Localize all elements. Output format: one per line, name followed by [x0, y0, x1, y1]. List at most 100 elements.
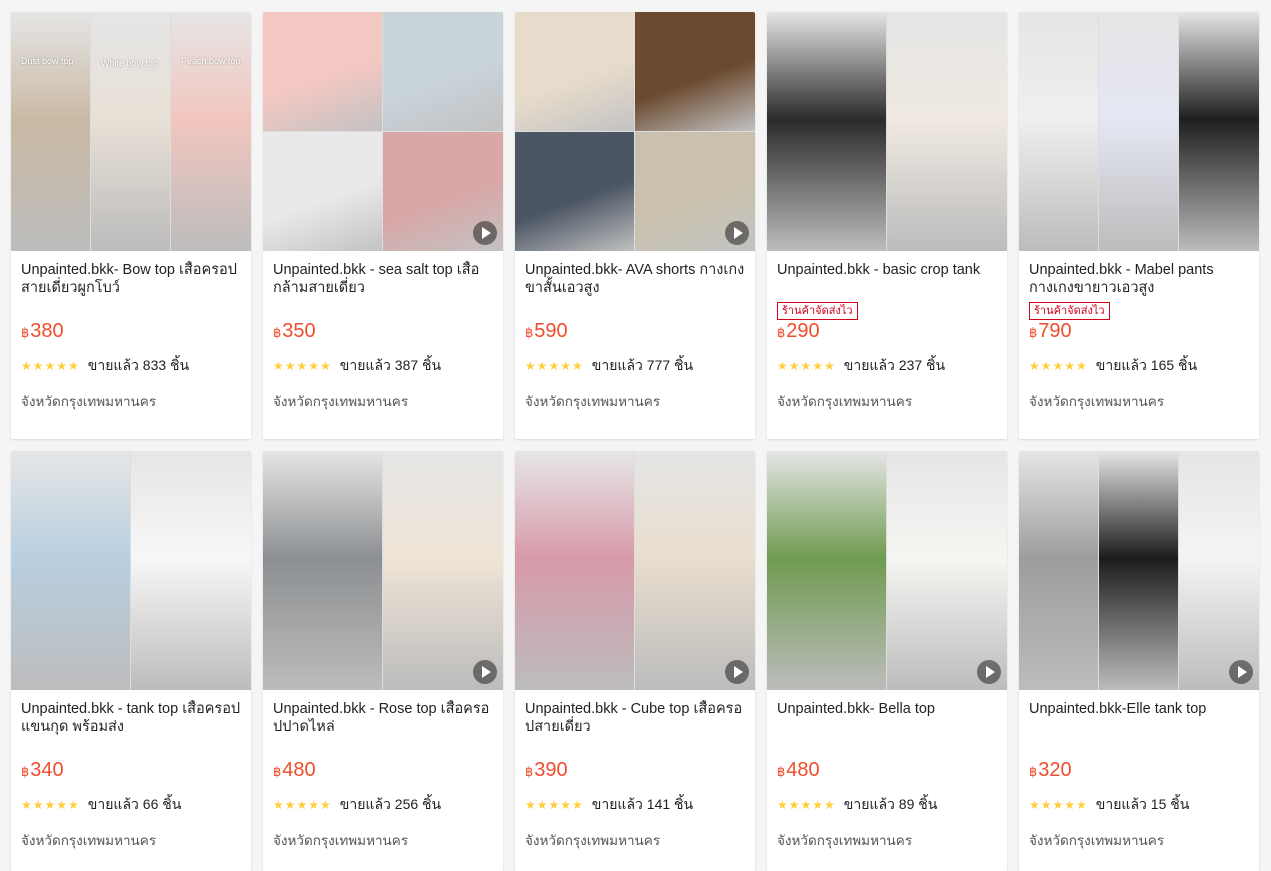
seller-location: จังหวัดกรุงเทพมหานคร — [525, 394, 661, 409]
product-info: Unpainted.bkk - tank top เสื้อครอปแขนกุด… — [11, 690, 251, 851]
rating-sold-row: ★★★★★ ขายแล้ว 141 ชิ้น — [525, 796, 745, 814]
product-card[interactable]: Unpainted.bkk - Cube top เสื้อครอปสายเดี… — [515, 451, 755, 871]
currency-symbol: ฿ — [525, 764, 534, 779]
product-card[interactable]: Unpainted.bkk-Elle tank top ฿320 ★★★★★ ขายแ… — [1019, 451, 1259, 871]
rating-sold-row: ★★★★★ ขายแล้ว 165 ชิ้น — [1029, 357, 1249, 375]
price-value: 320 — [1038, 759, 1072, 781]
rating-stars-icon: ★★★★★ — [777, 359, 836, 373]
product-title[interactable]: Unpainted.bkk - Mabel pants กางเกงขายาวเ… — [1029, 261, 1249, 297]
image-panel — [1179, 451, 1259, 690]
price-value: 350 — [282, 320, 316, 342]
sold-count: ขายแล้ว 66 ชิ้น — [87, 796, 182, 812]
product-card[interactable]: Unpainted.bkk - tank top เสื้อครอปแขนกุด… — [11, 451, 251, 871]
image-panel — [1019, 12, 1098, 251]
seller-location: จังหวัดกรุงเทพมหานคร — [1029, 394, 1165, 409]
image-overlay-text: White bow top — [101, 58, 159, 68]
product-image[interactable]: Dust bow top White bow top Peach bow top — [11, 12, 251, 251]
image-panel — [767, 451, 886, 690]
rating-stars-icon: ★★★★★ — [21, 798, 80, 812]
image-overlay-text: Dust bow top — [21, 56, 74, 66]
image-panel — [131, 451, 251, 690]
play-video-icon[interactable] — [725, 221, 749, 245]
rating-stars-icon: ★★★★★ — [273, 798, 332, 812]
currency-symbol: ฿ — [777, 764, 786, 779]
sold-count: ขายแล้ว 15 ชิ้น — [1095, 796, 1190, 812]
product-image[interactable] — [1019, 12, 1259, 251]
product-card[interactable]: Unpainted.bkk - basic crop tank ร้านค้าจั… — [767, 12, 1007, 439]
sold-count: ขายแล้ว 387 ชิ้น — [339, 357, 442, 373]
product-title[interactable]: Unpainted.bkk - Rose top เสื้อครอปปาดไหล… — [273, 700, 493, 736]
product-image[interactable] — [11, 451, 251, 690]
seller-location: จังหวัดกรุงเทพมหานคร — [777, 833, 913, 848]
rating-sold-row: ★★★★★ ขายแล้ว 387 ชิ้น — [273, 357, 493, 375]
play-video-icon[interactable] — [977, 660, 1001, 684]
price-value: 590 — [534, 320, 568, 342]
rating-stars-icon: ★★★★★ — [1029, 359, 1088, 373]
product-image[interactable] — [1019, 451, 1259, 690]
product-card[interactable]: Unpainted.bkk- AVA shorts กางเกงขาสั้นเอ… — [515, 12, 755, 439]
product-title[interactable]: Unpainted.bkk-Elle tank top — [1029, 700, 1249, 736]
product-image[interactable] — [767, 451, 1007, 690]
product-price: ฿390 — [525, 758, 745, 784]
product-price: ฿320 — [1029, 758, 1249, 784]
currency-symbol: ฿ — [777, 325, 786, 340]
product-card[interactable]: Unpainted.bkk - Mabel pants กางเกงขายาวเ… — [1019, 12, 1259, 439]
product-title[interactable]: Unpainted.bkk - tank top เสื้อครอปแขนกุด… — [21, 700, 241, 736]
image-panel — [635, 451, 755, 690]
badge-slot — [21, 736, 241, 758]
image-panel — [1099, 451, 1178, 690]
image-panel — [635, 12, 755, 131]
product-title[interactable]: Unpainted.bkk - Cube top เสื้อครอปสายเดี… — [525, 700, 745, 736]
image-panel — [515, 451, 634, 690]
seller-location: จังหวัดกรุงเทพมหานคร — [1029, 833, 1165, 848]
product-card[interactable]: Unpainted.bkk- Bella top ฿480 ★★★★★ ขายแล้ว… — [767, 451, 1007, 871]
sold-count: ขายแล้ว 165 ชิ้น — [1095, 357, 1198, 373]
image-panel — [91, 12, 170, 251]
rating-stars-icon: ★★★★★ — [525, 359, 584, 373]
product-image[interactable] — [767, 12, 1007, 251]
badge-slot — [273, 297, 493, 319]
price-value: 390 — [534, 759, 568, 781]
play-video-icon[interactable] — [473, 660, 497, 684]
seller-location: จังหวัดกรุงเทพมหานคร — [21, 833, 157, 848]
product-title[interactable]: Unpainted.bkk- Bow top เสื้อครอปสายเดี่ย… — [21, 261, 241, 297]
product-title[interactable]: Unpainted.bkk - basic crop tank — [777, 261, 997, 297]
image-overlay-text: Peach bow top — [181, 56, 241, 66]
fast-shipping-badge: ร้านค้าจัดส่งไว — [1029, 302, 1110, 320]
play-video-icon[interactable] — [473, 221, 497, 245]
rating-sold-row: ★★★★★ ขายแล้ว 237 ชิ้น — [777, 357, 997, 375]
image-panel — [263, 132, 382, 251]
product-price: ฿350 — [273, 319, 493, 345]
fast-shipping-badge: ร้านค้าจัดส่งไว — [777, 302, 858, 320]
badge-slot — [777, 736, 997, 758]
product-card[interactable]: Unpainted.bkk - sea salt top เสื้อกล้ามส… — [263, 12, 503, 439]
rating-stars-icon: ★★★★★ — [1029, 798, 1088, 812]
product-info: Unpainted.bkk-Elle tank top ฿320 ★★★★★ ขายแ… — [1019, 690, 1259, 851]
product-title[interactable]: Unpainted.bkk - sea salt top เสื้อกล้ามส… — [273, 261, 493, 297]
sold-count: ขายแล้ว 256 ชิ้น — [339, 796, 442, 812]
product-title[interactable]: Unpainted.bkk- AVA shorts กางเกงขาสั้นเอ… — [525, 261, 745, 297]
product-card[interactable]: Unpainted.bkk - Rose top เสื้อครอปปาดไหล… — [263, 451, 503, 871]
price-value: 380 — [30, 320, 64, 342]
product-info: Unpainted.bkk - Rose top เสื้อครอปปาดไหล… — [263, 690, 503, 851]
product-info: Unpainted.bkk - basic crop tank ร้านค้าจั… — [767, 251, 1007, 412]
play-video-icon[interactable] — [725, 660, 749, 684]
product-title[interactable]: Unpainted.bkk- Bella top — [777, 700, 997, 736]
badge-slot: ร้านค้าจัดส่งไว — [1029, 297, 1249, 320]
rating-sold-row: ★★★★★ ขายแล้ว 777 ชิ้น — [525, 357, 745, 375]
seller-location: จังหวัดกรุงเทพมหานคร — [525, 833, 661, 848]
play-video-icon[interactable] — [1229, 660, 1253, 684]
currency-symbol: ฿ — [1029, 325, 1038, 340]
product-card[interactable]: Dust bow top White bow top Peach bow top Un… — [11, 12, 251, 439]
price-value: 290 — [786, 320, 820, 342]
product-info: Unpainted.bkk - Mabel pants กางเกงขายาวเ… — [1019, 251, 1259, 412]
badge-slot — [525, 297, 745, 319]
product-image[interactable] — [515, 12, 755, 251]
product-image[interactable] — [515, 451, 755, 690]
seller-location: จังหวัดกรุงเทพมหานคร — [273, 394, 409, 409]
rating-stars-icon: ★★★★★ — [21, 359, 80, 373]
product-image[interactable] — [263, 451, 503, 690]
product-price: ฿290 — [777, 319, 997, 345]
price-value: 790 — [1038, 320, 1072, 342]
product-image[interactable] — [263, 12, 503, 251]
